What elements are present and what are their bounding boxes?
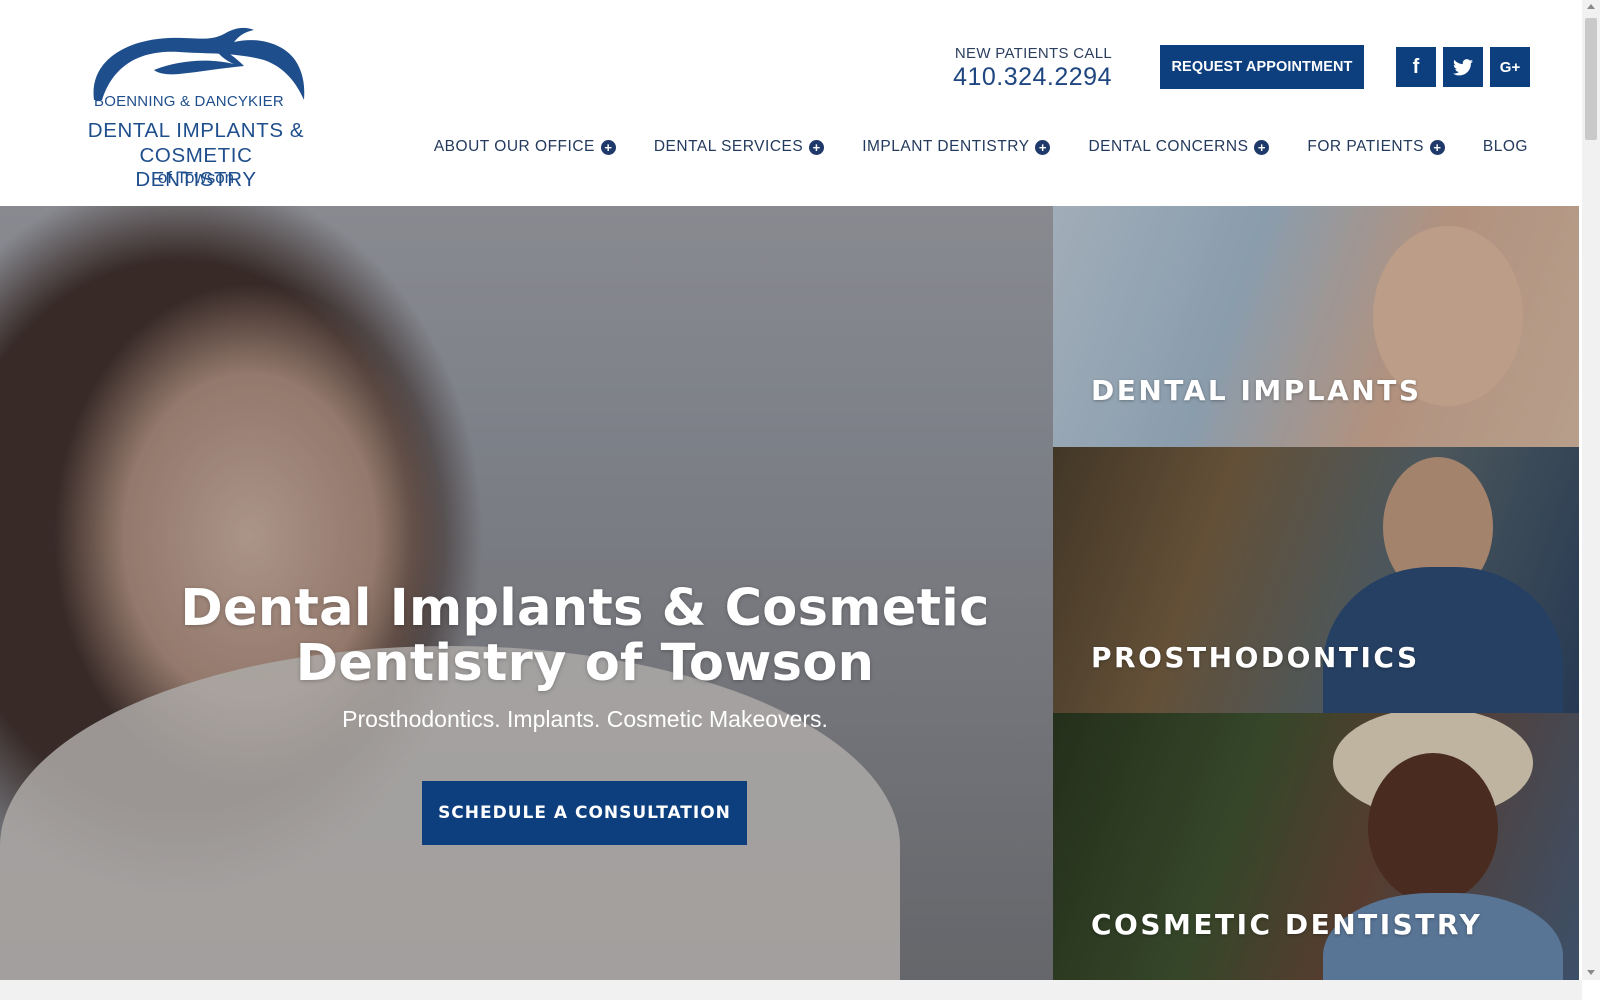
call-label: NEW PATIENTS CALL: [954, 45, 1112, 62]
hero-title-line2: Dentistry of Towson: [295, 634, 875, 693]
nav-item-label: FOR PATIENTS: [1307, 138, 1424, 155]
plus-circle-icon[interactable]: +: [600, 139, 616, 155]
nav-item-dental-concerns[interactable]: DENTAL CONCERNS +: [1088, 138, 1270, 156]
tile-cosmetic-dentistry[interactable]: COSMETIC DENTISTRY: [1053, 713, 1579, 980]
new-patients-call: NEW PATIENTS CALL 410.324.2294: [953, 45, 1112, 92]
hero-title-line1: Dental Implants & Cosmetic: [180, 579, 990, 638]
dolphin-logo-icon: [93, 27, 305, 101]
practice-logo[interactable]: BOENNING & DANCYKIER DENTAL IMPLANTS & C…: [76, 22, 316, 192]
nav-item-implant-dentistry[interactable]: IMPLANT DENTISTRY +: [862, 138, 1051, 156]
scroll-up-icon[interactable]: [1587, 4, 1595, 9]
tile-prosthodontics[interactable]: PROSTHODONTICS: [1053, 447, 1579, 713]
social-links: f G+: [1396, 47, 1530, 87]
nav-item-label: DENTAL CONCERNS: [1088, 138, 1249, 155]
plus-circle-icon[interactable]: +: [1035, 139, 1051, 155]
facebook-icon[interactable]: f: [1396, 47, 1436, 87]
tile-overlay: [1053, 206, 1579, 447]
scrollbar-thumb[interactable]: [1585, 18, 1597, 140]
plus-circle-icon[interactable]: +: [809, 139, 825, 155]
tile-dental-implants[interactable]: DENTAL IMPLANTS: [1053, 206, 1579, 447]
nav-item-label: IMPLANT DENTISTRY: [862, 138, 1030, 155]
phone-number-link[interactable]: 410.324.2294: [953, 63, 1112, 92]
tile-label: DENTAL IMPLANTS: [1091, 374, 1422, 407]
logo-line-dental-implants: DENTAL IMPLANTS &: [87, 119, 305, 142]
plus-circle-icon[interactable]: +: [1429, 139, 1445, 155]
logo-line-location: of Towson: [157, 168, 235, 187]
main-navigation: ABOUT OUR OFFICE + DENTAL SERVICES + IMP…: [434, 138, 1528, 156]
scroll-down-icon[interactable]: [1587, 970, 1595, 975]
schedule-consultation-button[interactable]: SCHEDULE A CONSULTATION: [422, 781, 747, 845]
horizontal-scrollbar[interactable]: [0, 980, 1582, 1000]
nav-item-label: BLOG: [1482, 138, 1528, 155]
tile-label: COSMETIC DENTISTRY: [1091, 908, 1483, 941]
twitter-icon[interactable]: [1443, 47, 1483, 87]
nav-item-blog[interactable]: BLOG: [1483, 138, 1528, 156]
nav-item-about-our-office[interactable]: ABOUT OUR OFFICE +: [434, 138, 616, 156]
hero-banner: Dental Implants & Cosmetic Dentistry of …: [0, 206, 1053, 980]
nav-item-dental-services[interactable]: DENTAL SERVICES +: [653, 138, 825, 156]
nav-item-label: ABOUT OUR OFFICE: [433, 138, 595, 155]
logo-practice-names: BOENNING & DANCYKIER: [94, 93, 284, 110]
nav-item-label: DENTAL SERVICES: [653, 138, 804, 155]
request-appointment-button[interactable]: REQUEST APPOINTMENT: [1160, 45, 1364, 89]
nav-item-for-patients[interactable]: FOR PATIENTS +: [1307, 138, 1445, 156]
google-plus-icon[interactable]: G+: [1490, 47, 1530, 87]
site-header: BOENNING & DANCYKIER DENTAL IMPLANTS & C…: [0, 0, 1582, 206]
tile-label: PROSTHODONTICS: [1091, 641, 1420, 674]
plus-circle-icon[interactable]: +: [1254, 139, 1270, 155]
vertical-scrollbar[interactable]: [1582, 0, 1600, 980]
hero-subtitle: Prosthodontics. Implants. Cosmetic Makeo…: [342, 706, 828, 732]
hero-title: Dental Implants & Cosmetic Dentistry of …: [170, 581, 1000, 691]
